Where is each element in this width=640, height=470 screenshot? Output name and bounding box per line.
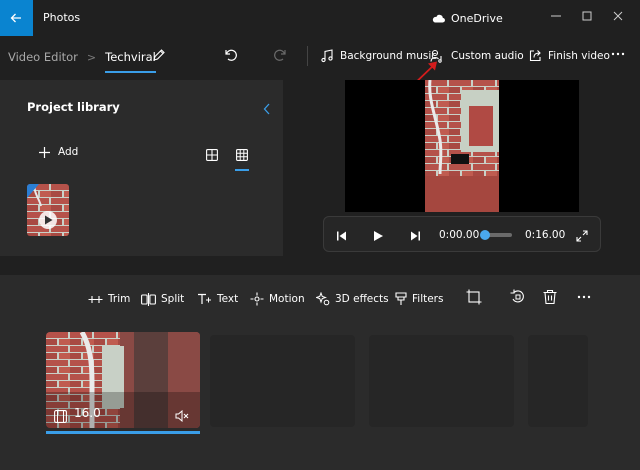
current-time: 0:00.00 — [439, 229, 480, 241]
onedrive-status[interactable]: OneDrive — [432, 10, 503, 26]
seek-slider-thumb[interactable] — [480, 230, 490, 240]
cloud-icon — [432, 14, 445, 23]
motion-icon — [250, 292, 264, 306]
library-video-thumbnail[interactable] — [27, 184, 69, 236]
3d-effects-button[interactable]: 3D effects — [316, 289, 389, 309]
next-frame-button[interactable] — [409, 227, 421, 246]
app-title: Photos — [43, 11, 81, 24]
collapse-library-button[interactable] — [262, 100, 272, 119]
empty-clip-slot[interactable] — [369, 335, 514, 427]
add-media-button[interactable]: Add — [39, 146, 78, 158]
more-icon — [577, 295, 591, 299]
text-label: Text — [217, 293, 239, 305]
speaker-muted-icon — [175, 409, 189, 423]
seek-slider[interactable] — [480, 230, 512, 240]
toolbar-divider — [307, 46, 308, 66]
filters-button[interactable]: Filters — [395, 289, 443, 309]
split-label: Split — [161, 293, 185, 305]
skip-back-icon — [337, 231, 346, 241]
grid-small-icon — [236, 149, 248, 161]
finish-video-button[interactable]: Finish video — [528, 46, 610, 66]
redo-button[interactable] — [273, 47, 293, 67]
breadcrumb-video-editor[interactable]: Video Editor — [8, 50, 78, 64]
undo-icon — [225, 49, 237, 61]
minimize-button[interactable] — [545, 6, 569, 26]
storyboard-clip[interactable]: 16.0 — [46, 332, 200, 428]
video-preview[interactable] — [345, 80, 579, 212]
expand-icon — [576, 230, 588, 242]
duration-icon — [54, 408, 67, 427]
more-icon — [611, 52, 625, 56]
total-time: 0:16.00 — [525, 229, 566, 241]
close-button[interactable] — [607, 6, 631, 26]
export-icon — [529, 50, 541, 62]
video-frame-image — [425, 80, 499, 212]
breadcrumb: Video Editor > Techviral — [8, 47, 156, 73]
film-frame-icon — [54, 410, 67, 423]
chevron-left-icon — [263, 103, 270, 115]
selected-clip-indicator — [46, 431, 200, 434]
delete-button[interactable] — [542, 289, 562, 309]
empty-clip-slot[interactable] — [210, 335, 355, 427]
plus-icon — [39, 146, 50, 158]
play-icon — [374, 231, 383, 241]
onedrive-label: OneDrive — [451, 11, 503, 25]
filter-icon — [395, 292, 407, 305]
minimize-icon — [551, 15, 561, 17]
motion-button[interactable]: Motion — [250, 289, 305, 309]
split-button[interactable]: Split — [141, 289, 184, 309]
play-button[interactable] — [372, 227, 384, 246]
breadcrumb-separator: > — [86, 50, 97, 64]
sparkle-icon — [316, 292, 330, 306]
3d-effects-label: 3D effects — [335, 293, 389, 305]
grid-large-icon — [206, 149, 218, 161]
music-note-icon — [321, 49, 333, 63]
redo-icon — [274, 49, 286, 61]
large-grid-view-button[interactable] — [206, 146, 218, 165]
trim-label: Trim — [108, 293, 131, 305]
fullscreen-button[interactable] — [576, 227, 588, 246]
back-arrow-icon — [10, 13, 21, 23]
custom-audio-button[interactable]: Custom audio — [430, 46, 524, 66]
previous-frame-button[interactable] — [336, 227, 348, 246]
clip-duration: 16.0 — [74, 406, 101, 420]
title-bar: Photos OneDrive — [0, 0, 640, 36]
add-label: Add — [58, 146, 79, 158]
text-button[interactable]: Text — [197, 289, 238, 309]
trash-icon — [543, 289, 557, 305]
trim-icon — [88, 295, 103, 303]
rotate-button[interactable] — [510, 289, 530, 309]
video-frame — [425, 80, 499, 212]
project-name[interactable]: Techviral — [105, 50, 156, 73]
crop-icon — [466, 289, 482, 305]
finish-video-label: Finish video — [548, 50, 610, 62]
storyboard-more-button[interactable] — [576, 289, 596, 309]
video-thumbnail-image — [27, 184, 69, 236]
crop-button[interactable] — [466, 289, 486, 309]
project-library-title: Project library — [27, 100, 120, 114]
trim-button[interactable]: Trim — [88, 289, 130, 309]
filters-label: Filters — [412, 293, 444, 305]
maximize-button[interactable] — [576, 6, 600, 26]
text-icon — [198, 293, 211, 304]
back-button[interactable] — [0, 0, 33, 36]
storyboard-panel: Trim Split Text Motion 3D effects Filter… — [0, 275, 640, 470]
close-icon — [613, 11, 623, 21]
custom-audio-label: Custom audio — [451, 50, 524, 62]
undo-button[interactable] — [222, 47, 242, 67]
maximize-icon — [582, 11, 592, 21]
rename-button[interactable] — [151, 47, 171, 67]
more-options-button[interactable] — [610, 46, 630, 66]
small-grid-view-button[interactable] — [235, 146, 249, 171]
playback-controls: 0:00.00 0:16.00 — [323, 216, 601, 252]
project-library-panel: Project library Add — [0, 80, 283, 256]
motion-label: Motion — [269, 293, 305, 305]
skip-forward-icon — [411, 231, 420, 241]
pencil-icon — [153, 49, 165, 61]
clip-mute-button[interactable] — [175, 407, 189, 426]
split-icon — [141, 292, 156, 306]
rotate-icon — [510, 289, 524, 303]
empty-clip-slot[interactable] — [528, 335, 588, 427]
